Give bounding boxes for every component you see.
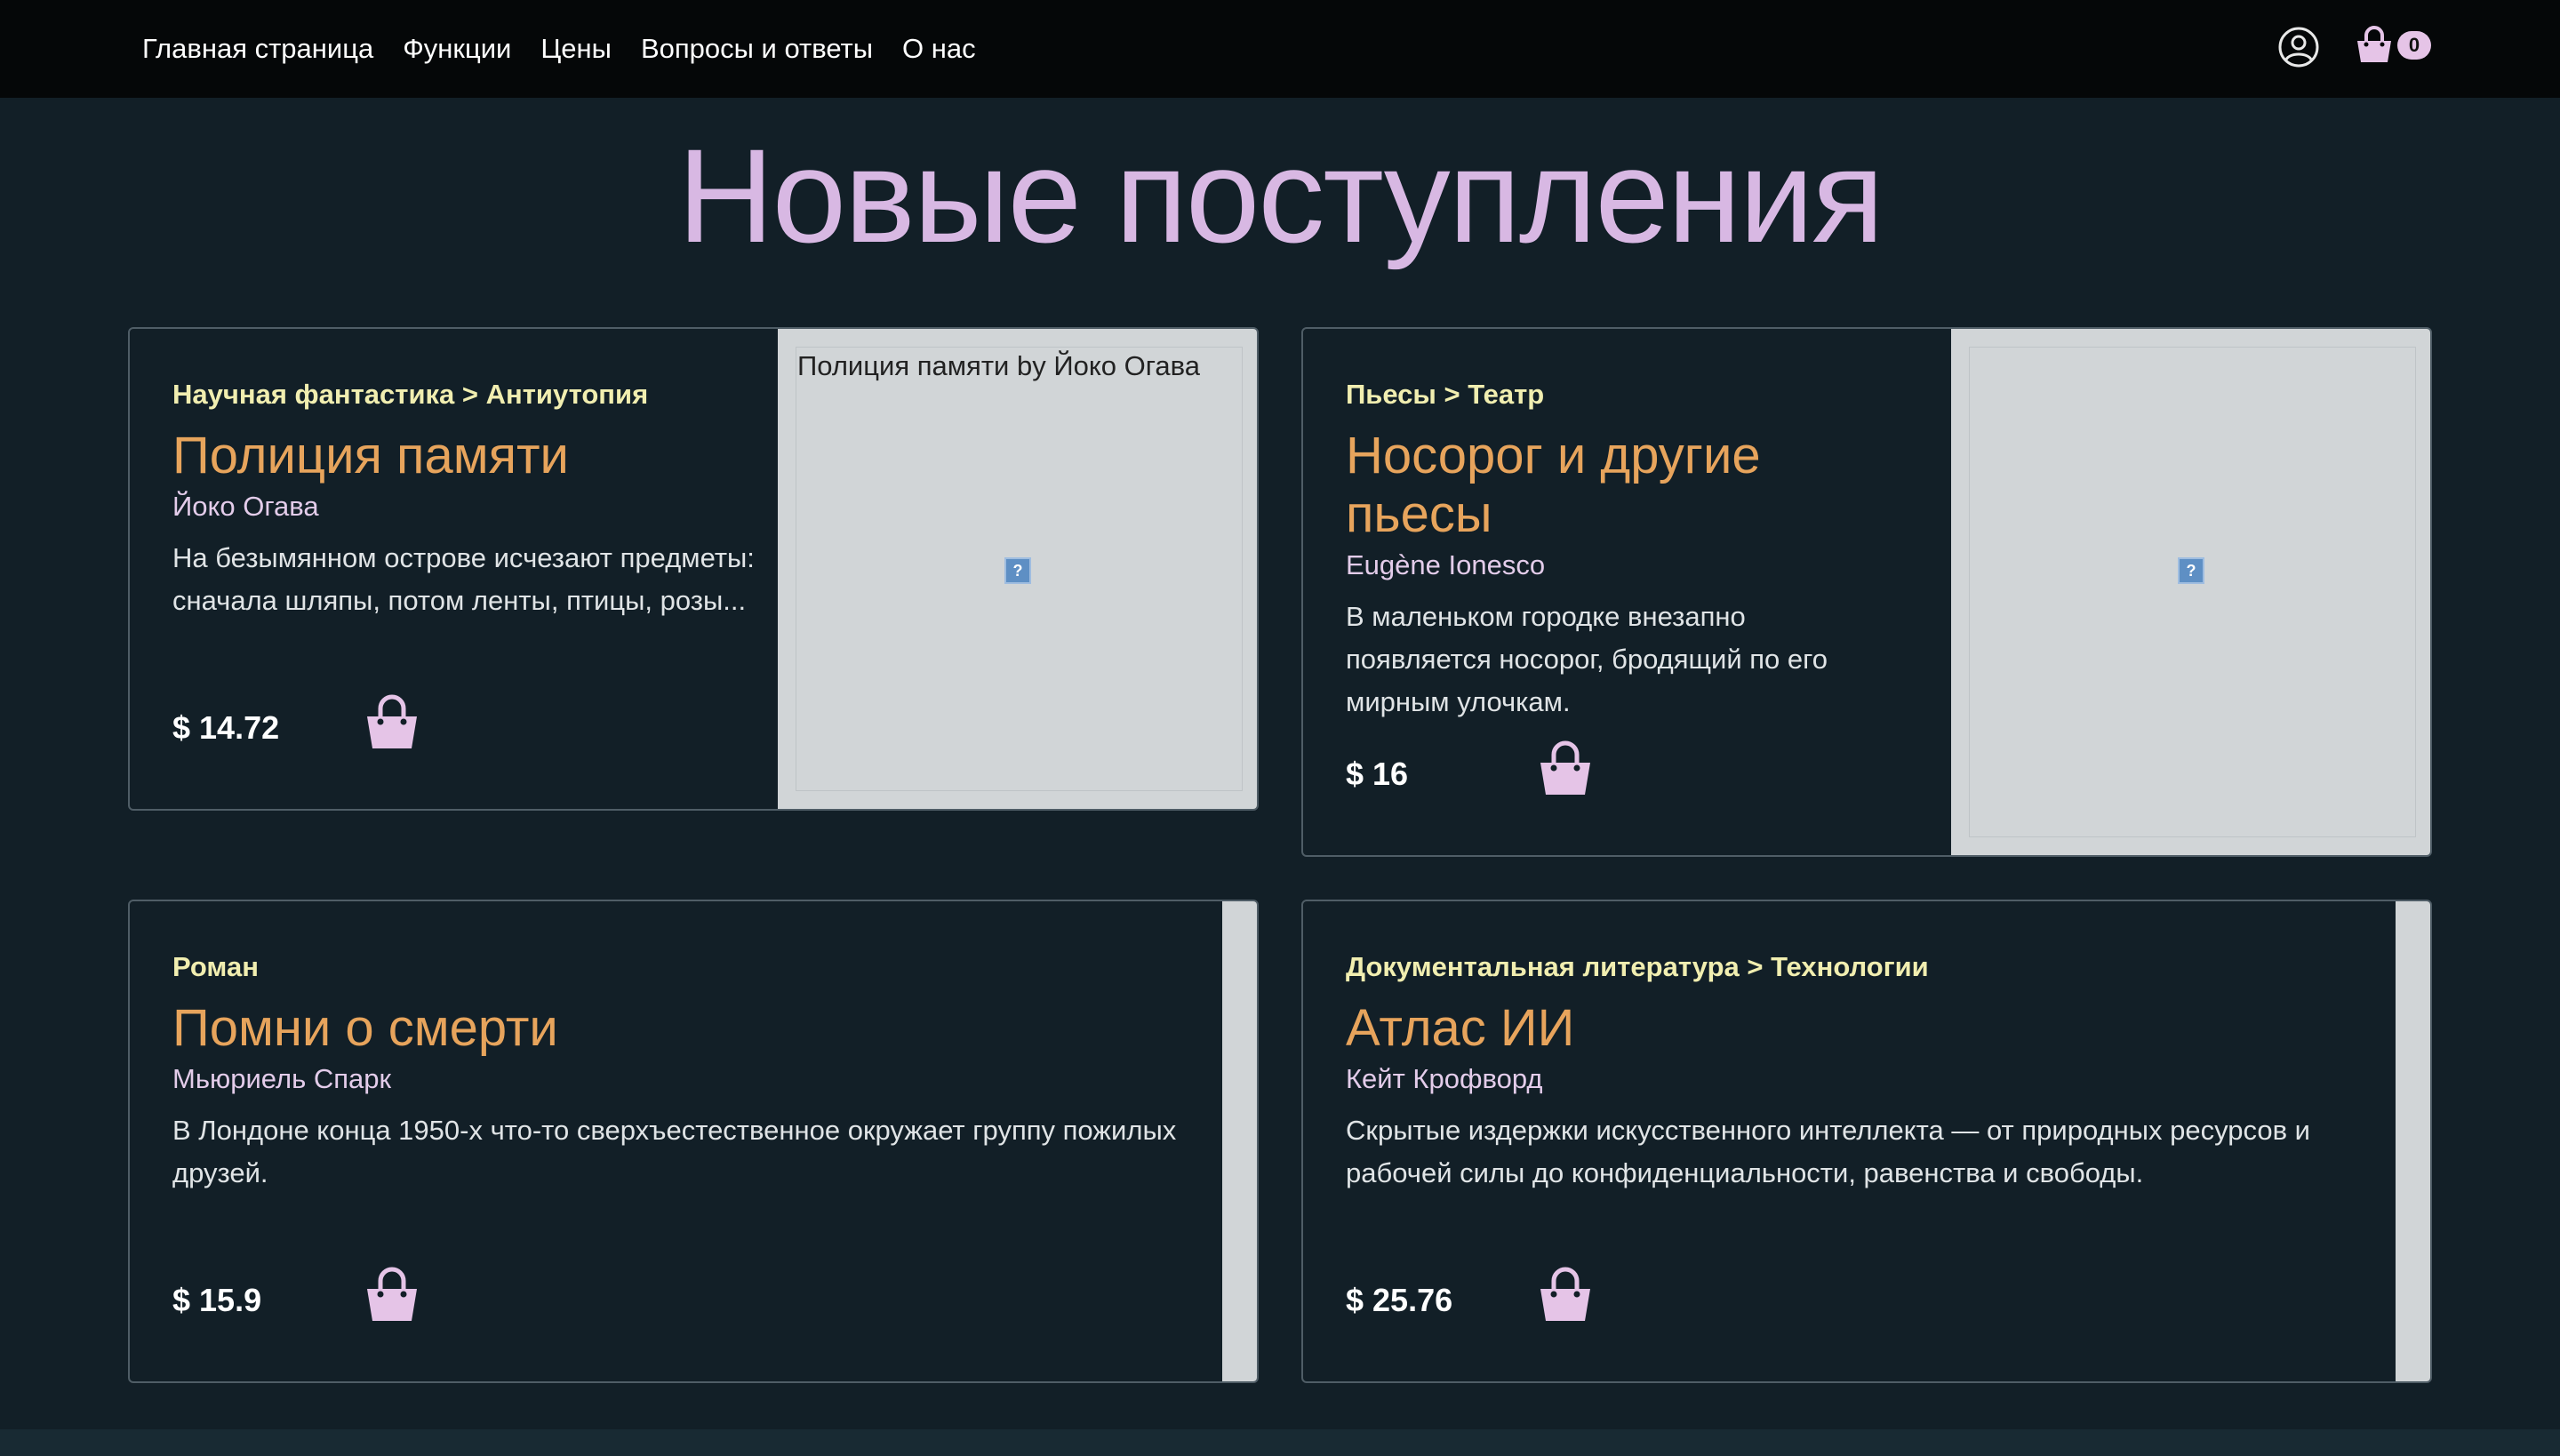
book-card: Пьесы > Театр Носорог и другие пьесы Eug… — [1301, 327, 2432, 857]
book-description: В маленьком городке внезапно появляется … — [1346, 601, 1828, 717]
book-title[interactable]: Полиция памяти — [172, 427, 759, 485]
book-cover-image: Полиция памяти by Йоко Огава ? — [778, 329, 1257, 809]
book-author: Йоко Огава — [172, 491, 319, 522]
book-card: Документальная литература > Технологии А… — [1301, 900, 2432, 1383]
top-navigation-bar: Главная страница Функции Цены Вопросы и … — [0, 0, 2560, 98]
add-to-cart-basket-icon[interactable] — [1536, 1266, 1595, 1324]
book-author: Eugène Ionesco — [1346, 549, 1546, 580]
cart-count-badge: 0 — [2397, 31, 2431, 60]
book-title[interactable]: Атлас ИИ — [1346, 999, 2324, 1058]
book-card: Научная фантастика > Антиутопия Полиция … — [128, 327, 1259, 811]
book-category: Роман — [172, 951, 259, 982]
book-price: $ 15.9 — [172, 1282, 262, 1318]
shopping-basket-icon[interactable] — [2354, 25, 2395, 66]
book-category: Пьесы > Театр — [1346, 379, 1545, 410]
book-title[interactable]: Помни о смерти — [172, 999, 1150, 1058]
book-cover-image — [2396, 901, 2430, 1381]
book-card: Роман Помни о смерти Мьюриель Спарк В Ло… — [128, 900, 1259, 1383]
nav-link-about[interactable]: О нас — [902, 33, 976, 65]
add-to-cart-basket-icon[interactable] — [363, 1266, 421, 1324]
book-cover-image: ? — [1951, 329, 2430, 855]
add-to-cart-basket-icon[interactable] — [1536, 740, 1595, 798]
book-author: Мьюриель Спарк — [172, 1063, 392, 1094]
book-category: Научная фантастика > Антиутопия — [172, 379, 649, 410]
broken-image-icon: ? — [1004, 557, 1031, 584]
book-cover-alt-text: Полиция памяти by Йоко Огава — [797, 350, 1200, 381]
book-description: Скрытые издержки искусственного интеллек… — [1346, 1115, 2310, 1188]
book-price: $ 14.72 — [172, 709, 280, 746]
book-title[interactable]: Носорог и другие пьесы — [1346, 427, 1844, 544]
user-circle-icon[interactable] — [2277, 26, 2320, 68]
book-price: $ 16 — [1346, 756, 1409, 792]
footer-band — [0, 1429, 2560, 1456]
nav-link-home[interactable]: Главная страница — [142, 33, 373, 65]
book-cover-image — [1222, 901, 1257, 1381]
nav-link-faq[interactable]: Вопросы и ответы — [641, 33, 873, 65]
book-author: Кейт Крофворд — [1346, 1063, 1543, 1094]
image-frame — [1969, 347, 2416, 837]
nav-link-pricing[interactable]: Цены — [540, 33, 612, 65]
nav-link-features[interactable]: Функции — [403, 33, 511, 65]
main-nav: Главная страница Функции Цены Вопросы и … — [142, 0, 1005, 98]
add-to-cart-basket-icon[interactable] — [363, 693, 421, 752]
page-title: Новые поступления — [677, 121, 1884, 270]
book-category: Документальная литература > Технологии — [1346, 951, 1929, 982]
broken-image-icon: ? — [2178, 557, 2204, 584]
book-price: $ 25.76 — [1346, 1282, 1453, 1318]
book-description: На безымянном острове исчезают предметы:… — [172, 542, 755, 616]
book-description: В Лондоне конца 1950-х что-то сверхъесте… — [172, 1115, 1177, 1188]
